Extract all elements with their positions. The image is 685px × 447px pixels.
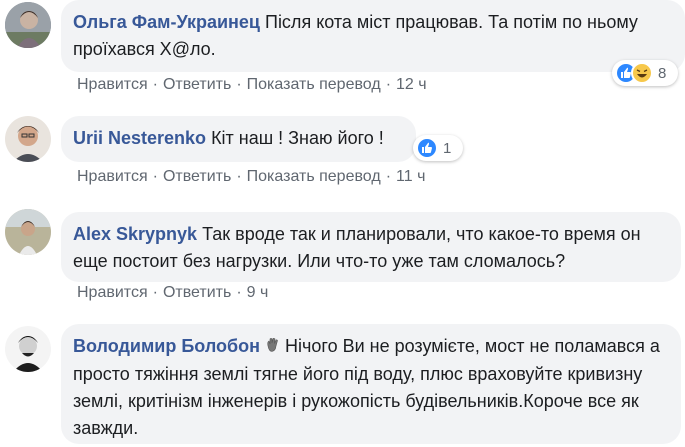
like-link[interactable]: Нравится bbox=[77, 168, 148, 185]
comment-timestamp[interactable]: 12 ч bbox=[396, 76, 427, 93]
avatar[interactable] bbox=[5, 116, 51, 162]
reaction-count: 1 bbox=[443, 139, 452, 157]
separator: · bbox=[236, 76, 242, 93]
comment-author[interactable]: Ольга Фам-Украинец bbox=[73, 12, 260, 32]
comment-author[interactable]: Urii Nesterenko bbox=[73, 128, 206, 148]
avatar[interactable] bbox=[5, 2, 51, 48]
avatar[interactable] bbox=[5, 209, 51, 255]
reply-link[interactable]: Ответить bbox=[163, 76, 231, 93]
separator: · bbox=[152, 76, 158, 93]
comment-text: Ольга Фам-Украинец Після кота міст працюв… bbox=[73, 9, 671, 63]
comment-bubble: Urii Nesterenko Кіт наш ! Знаю його ! bbox=[61, 116, 416, 162]
like-link[interactable]: Нравится bbox=[77, 284, 148, 301]
comment-actions: Нравится · Ответить · Показать перевод · 12 ч bbox=[77, 76, 427, 94]
reactions-summary[interactable]: 1 bbox=[413, 135, 463, 161]
avatar[interactable] bbox=[5, 326, 51, 372]
comment-text: Urii Nesterenko Кіт наш ! Знаю його ! bbox=[73, 125, 402, 152]
haha-icon bbox=[631, 62, 653, 84]
comment-author[interactable]: Alex Skrypnyk bbox=[73, 224, 197, 244]
comment-text: Володимир Болобон Нічого Ви не розумієте,… bbox=[73, 333, 667, 442]
like-link[interactable]: Нравится bbox=[77, 76, 148, 93]
separator: · bbox=[385, 168, 392, 185]
comment-bubble: Володимир Болобон Нічого Ви не розумієте,… bbox=[61, 324, 681, 444]
separator: · bbox=[236, 168, 242, 185]
comment-timestamp[interactable]: 9 ч bbox=[247, 284, 269, 301]
reply-link[interactable]: Ответить bbox=[163, 284, 231, 301]
reply-link[interactable]: Ответить bbox=[163, 168, 231, 185]
reaction-count: 8 bbox=[658, 64, 667, 82]
comment-bubble: Alex Skrypnyk Так вроде так и планировали… bbox=[61, 212, 681, 282]
translate-link[interactable]: Показать перевод bbox=[247, 168, 381, 185]
comment-actions: Нравится · Ответить · Показать перевод · 11 ч bbox=[77, 168, 425, 186]
comment-body: Кіт наш ! Знаю його ! bbox=[211, 128, 384, 148]
comment-bubble: Ольга Фам-Украинец Після кота міст працюв… bbox=[61, 0, 685, 72]
separator: · bbox=[236, 284, 242, 301]
comment: Urii Nesterenko Кіт наш ! Знаю його ! 1 Н… bbox=[0, 110, 685, 195]
translate-link[interactable]: Показать перевод bbox=[247, 76, 381, 93]
like-icon bbox=[416, 137, 438, 159]
reactions-summary[interactable]: 8 bbox=[612, 60, 678, 86]
comment-timestamp[interactable]: 11 ч bbox=[396, 168, 425, 185]
separator: · bbox=[152, 168, 158, 185]
comment: Володимир Болобон Нічого Ви не розумієте,… bbox=[0, 320, 685, 447]
comment-author[interactable]: Володимир Болобон bbox=[73, 336, 260, 356]
separator: · bbox=[385, 76, 392, 93]
comment: Alex Skrypnyk Так вроде так и планировали… bbox=[0, 207, 685, 307]
comment-actions: Нравится · Ответить · 9 ч bbox=[77, 284, 268, 302]
waving-hand-icon bbox=[265, 334, 281, 361]
comment-text: Alex Skrypnyk Так вроде так и планировали… bbox=[73, 221, 667, 275]
comment: Ольга Фам-Украинец Після кота міст працюв… bbox=[0, 0, 685, 100]
separator: · bbox=[152, 284, 158, 301]
